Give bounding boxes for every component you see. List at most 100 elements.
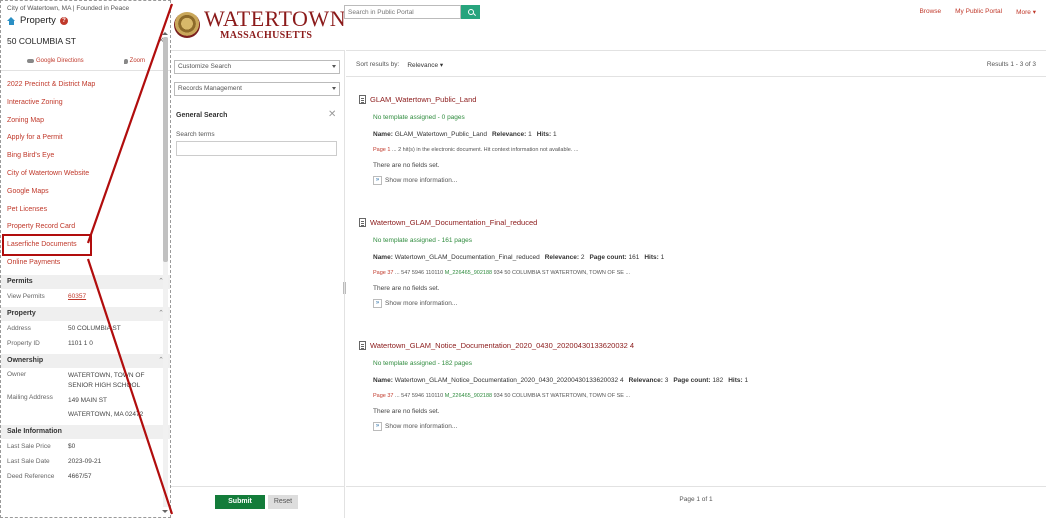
show-more-toggle[interactable]: » Show more information... bbox=[359, 299, 999, 308]
link-bing-birds-eye[interactable]: Bing Bird's Eye bbox=[7, 147, 164, 165]
result-hits: 1 bbox=[552, 131, 557, 138]
property-section-title: Property bbox=[7, 309, 36, 317]
page-count-label: Page count: bbox=[589, 254, 627, 261]
sale-price-label: Last Sale Price bbox=[7, 442, 51, 450]
hits-label: Hits: bbox=[536, 131, 552, 138]
close-icon[interactable]: ✕ bbox=[328, 109, 336, 120]
owner-line-1: WATERTOWN, TOWN OF bbox=[68, 371, 145, 379]
result-metadata: Name: GLAM_Watertown_Public_Land Relevan… bbox=[359, 131, 999, 138]
sale-price-row: Last Sale Price $0 bbox=[1, 439, 170, 454]
home-icon bbox=[7, 16, 16, 25]
zoom-link[interactable]: Zoom bbox=[123, 58, 145, 64]
deed-label: Deed Reference bbox=[7, 472, 55, 480]
result-title[interactable]: Watertown_GLAM_Documentation_Final_reduc… bbox=[370, 218, 537, 227]
property-address: 50 COLUMBIA ST bbox=[7, 35, 76, 46]
property-id-value: 1101 1 0 bbox=[68, 339, 93, 347]
context-page-link[interactable]: Page 1 bbox=[373, 147, 390, 153]
show-more-toggle[interactable]: » Show more information... bbox=[359, 176, 999, 185]
result-title[interactable]: GLAM_Watertown_Public_Land bbox=[370, 95, 476, 104]
link-pet-licenses[interactable]: Pet Licenses bbox=[7, 201, 164, 219]
result-relevance: 3 bbox=[664, 377, 669, 384]
hits-label: Hits: bbox=[728, 377, 743, 384]
search-panel-footer: Submit Reset bbox=[171, 486, 344, 518]
view-permits-link[interactable]: 60357 bbox=[68, 293, 86, 300]
link-precinct-map[interactable]: 2022 Precinct & District Map bbox=[7, 76, 164, 94]
ownership-section-header[interactable]: Ownership ⌃ bbox=[1, 353, 170, 368]
scroll-down-icon[interactable] bbox=[162, 510, 168, 513]
double-chevron-down-icon: » bbox=[373, 299, 382, 308]
scroll-up-icon[interactable] bbox=[162, 32, 168, 35]
show-more-label: Show more information... bbox=[385, 300, 458, 307]
link-google-maps[interactable]: Google Maps bbox=[7, 183, 164, 201]
result-hits: 1 bbox=[744, 377, 749, 384]
result-template: No template assigned - 182 pages bbox=[373, 360, 473, 367]
owner-row: Owner WATERTOWN, TOWN OF SENIOR HIGH SCHOO… bbox=[1, 368, 170, 391]
sale-date-label: Last Sale Date bbox=[7, 457, 50, 465]
double-chevron-down-icon: » bbox=[373, 176, 382, 185]
nav-more[interactable]: More ▾ bbox=[1016, 8, 1036, 16]
context-page-link[interactable]: Page 37 bbox=[373, 270, 394, 276]
sort-control: Sort results by: Relevance ▾ bbox=[356, 61, 443, 69]
link-city-website[interactable]: City of Watertown Website bbox=[7, 165, 164, 183]
result-template: No template assigned - 0 pages bbox=[373, 114, 465, 121]
result-item: Watertown_GLAM_Documentation_Final_reduc… bbox=[359, 218, 999, 308]
panel-scrollbar[interactable] bbox=[162, 32, 168, 513]
customize-search-select[interactable]: Customize Search bbox=[174, 60, 340, 74]
car-icon bbox=[26, 59, 34, 63]
general-search-title: General Search bbox=[176, 112, 228, 119]
scroll-thumb[interactable] bbox=[163, 37, 168, 262]
portal-search-input[interactable] bbox=[344, 5, 461, 19]
records-management-select[interactable]: Records Management bbox=[174, 82, 340, 96]
permits-section-header[interactable]: Permits ⌃ bbox=[1, 274, 170, 289]
mailing-line-2: WATERTOWN, MA 02472 bbox=[68, 410, 144, 418]
property-header: Property ? bbox=[7, 15, 165, 26]
result-title[interactable]: Watertown_GLAM_Notice_Documentation_2020… bbox=[370, 341, 634, 350]
google-directions-link[interactable]: Google Directions bbox=[26, 58, 84, 64]
property-title: Property bbox=[20, 15, 56, 26]
portal-search-button[interactable] bbox=[461, 5, 480, 19]
mailing-row: Mailing Address 149 MAIN ST WATERTOWN, MA … bbox=[1, 391, 170, 422]
relevance-label: Relevance: bbox=[544, 254, 580, 261]
property-panel: City of Watertown, MA | Founded in Peace… bbox=[0, 0, 171, 518]
result-page-count: 182 bbox=[712, 377, 724, 384]
google-directions-label: Google Directions bbox=[35, 58, 84, 64]
address-label: Address bbox=[7, 324, 31, 332]
reset-button[interactable]: Reset bbox=[268, 495, 298, 509]
document-icon bbox=[359, 95, 366, 104]
sale-section-header[interactable]: Sale Information bbox=[1, 424, 170, 439]
name-label: Name: bbox=[373, 377, 393, 384]
no-fields-text: There are no fields set. bbox=[373, 162, 440, 169]
link-zoning-map[interactable]: Zoning Map bbox=[7, 112, 164, 130]
search-terms-input[interactable] bbox=[176, 141, 337, 156]
sale-date-row: Last Sale Date 2023-09-21 bbox=[1, 454, 170, 469]
link-online-payments[interactable]: Online Payments bbox=[7, 254, 164, 272]
permits-row: View Permits 60357 bbox=[1, 289, 170, 304]
hits-label: Hits: bbox=[644, 254, 659, 261]
link-property-record-card[interactable]: Property Record Card bbox=[7, 218, 164, 236]
result-relevance: 2 bbox=[580, 254, 585, 261]
link-laserfiche-documents[interactable]: Laserfiche Documents bbox=[2, 234, 92, 256]
address-value: 50 COLUMBIA ST bbox=[68, 324, 121, 332]
sort-dropdown[interactable]: Relevance ▾ bbox=[407, 61, 443, 69]
city-seal-icon bbox=[174, 11, 200, 38]
no-fields-text: There are no fields set. bbox=[373, 408, 440, 415]
nav-my-public-portal[interactable]: My Public Portal bbox=[955, 8, 1002, 16]
show-more-toggle[interactable]: » Show more information... bbox=[359, 422, 999, 431]
watertown-logo[interactable]: WATERTOWN MASSACHUSETTS bbox=[174, 8, 346, 41]
nav-browse[interactable]: Browse bbox=[919, 8, 941, 16]
sort-label: Sort results by: bbox=[356, 61, 400, 68]
context-text-before: ... 547 5946 110110 bbox=[393, 270, 445, 276]
submit-button[interactable]: Submit bbox=[215, 495, 265, 509]
context-page-link[interactable]: Page 37 bbox=[373, 393, 394, 399]
result-item: GLAM_Watertown_Public_Land No template a… bbox=[359, 95, 999, 185]
link-interactive-zoning[interactable]: Interactive Zoning bbox=[7, 94, 164, 112]
result-hits: 1 bbox=[660, 254, 665, 261]
relevance-label: Relevance: bbox=[628, 377, 663, 384]
no-fields-text: There are no fields set. bbox=[373, 285, 440, 292]
property-section-header[interactable]: Property ⌃ bbox=[1, 306, 170, 321]
help-icon[interactable]: ? bbox=[59, 16, 68, 25]
link-apply-permit[interactable]: Apply for a Permit bbox=[7, 129, 164, 147]
ownership-section-title: Ownership bbox=[7, 356, 44, 364]
result-name: Watertown_GLAM_Notice_Documentation_2020… bbox=[394, 377, 624, 384]
mailing-line-1: 149 MAIN ST bbox=[68, 396, 108, 404]
